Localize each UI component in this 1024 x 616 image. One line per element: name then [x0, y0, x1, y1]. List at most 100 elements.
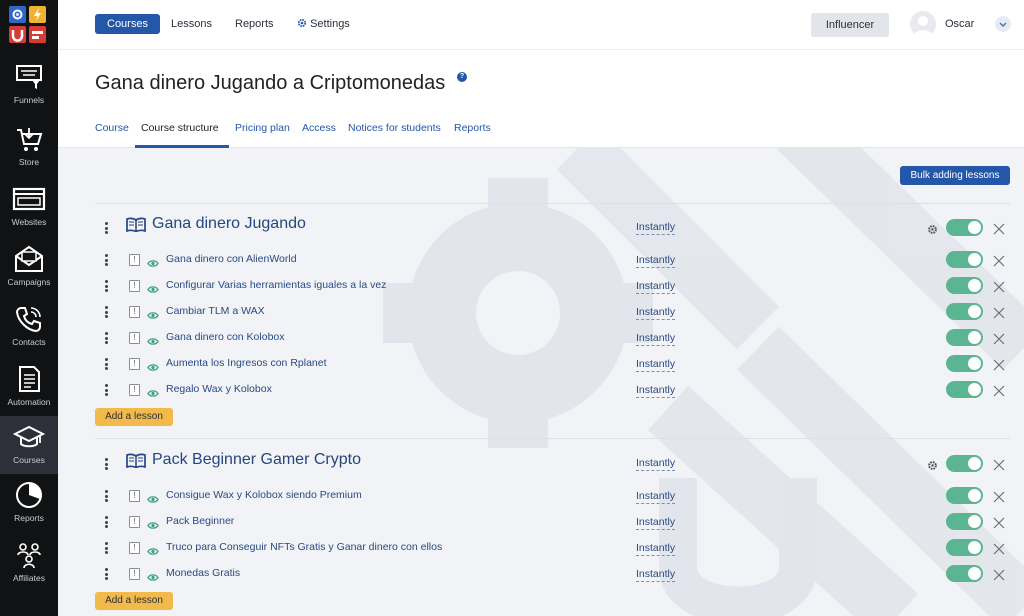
close-icon[interactable] — [993, 254, 1005, 267]
lesson-visibility-toggle[interactable] — [946, 381, 983, 398]
close-icon[interactable] — [993, 280, 1005, 293]
help-icon[interactable]: ? — [457, 72, 467, 82]
tab-notices-for-students[interactable]: Notices for students — [348, 122, 441, 134]
eye-icon[interactable] — [147, 255, 159, 273]
avatar[interactable] — [910, 11, 936, 37]
tab-pricing-plan[interactable]: Pricing plan — [235, 122, 290, 134]
drag-handle-icon[interactable] — [105, 568, 109, 580]
settings-gear-icon[interactable] — [927, 458, 938, 476]
user-name[interactable]: Oscar — [945, 18, 974, 30]
eye-icon[interactable] — [147, 517, 159, 535]
close-icon[interactable] — [993, 222, 1005, 235]
drag-handle-icon[interactable] — [105, 358, 109, 370]
add-lesson-button[interactable]: Add a lesson — [95, 592, 173, 610]
lesson-title[interactable]: Configurar Varias herramientas iguales a… — [166, 279, 386, 291]
sidebar-item-campaigns[interactable]: Campaigns — [0, 238, 58, 296]
drag-handle-icon[interactable] — [105, 384, 109, 396]
drag-handle-icon[interactable] — [105, 280, 109, 292]
lesson-visibility-toggle[interactable] — [946, 539, 983, 556]
eye-icon[interactable] — [147, 281, 159, 299]
close-icon[interactable] — [993, 568, 1005, 581]
release-setting[interactable]: Instantly — [636, 221, 676, 235]
lesson-title[interactable]: Pack Beginner — [166, 515, 234, 527]
sidebar-item-websites[interactable]: Websites — [0, 178, 58, 236]
lesson-title[interactable]: Gana dinero con AlienWorld — [166, 253, 297, 265]
close-icon[interactable] — [993, 332, 1005, 345]
section-visibility-toggle[interactable] — [946, 455, 983, 472]
release-setting[interactable]: Instantly — [636, 490, 676, 504]
lesson-visibility-toggle[interactable] — [946, 303, 983, 320]
close-icon[interactable] — [993, 516, 1005, 529]
eye-icon[interactable] — [147, 307, 159, 325]
lesson-title[interactable]: Cambiar TLM a WAX — [166, 305, 265, 317]
settings-gear-icon[interactable] — [927, 222, 938, 240]
bulk-adding-lessons-button[interactable]: Bulk adding lessons — [900, 166, 1010, 185]
lesson-visibility-toggle[interactable] — [946, 565, 983, 582]
release-setting[interactable]: Instantly — [636, 280, 676, 294]
drag-handle-icon[interactable] — [105, 222, 109, 234]
release-setting[interactable]: Instantly — [636, 332, 676, 346]
tab-course-structure[interactable]: Course structure — [141, 122, 219, 134]
drag-handle-icon[interactable] — [105, 516, 109, 528]
drag-handle-icon[interactable] — [105, 458, 109, 470]
nav-settings[interactable]: Settings — [297, 14, 350, 34]
lesson-visibility-toggle[interactable] — [946, 487, 983, 504]
eye-icon[interactable] — [147, 491, 159, 509]
eye-icon[interactable] — [147, 385, 159, 403]
sidebar-item-affiliates[interactable]: Affiliates — [0, 534, 58, 592]
section-title[interactable]: Pack Beginner Gamer Crypto — [152, 451, 361, 469]
tab-reports[interactable]: Reports — [454, 122, 491, 134]
close-icon[interactable] — [993, 490, 1005, 503]
lesson-title[interactable]: Aumenta los Ingresos con Rplanet — [166, 357, 327, 369]
close-icon[interactable] — [993, 306, 1005, 319]
release-setting[interactable]: Instantly — [636, 516, 676, 530]
release-setting[interactable]: Instantly — [636, 542, 676, 556]
nav-reports[interactable]: Reports — [235, 14, 274, 34]
lesson-title[interactable]: Regalo Wax y Kolobox — [166, 383, 272, 395]
app-logo[interactable] — [9, 6, 47, 44]
sidebar-item-funnels[interactable]: Funnels — [0, 56, 58, 114]
add-lesson-button[interactable]: Add a lesson — [95, 408, 173, 426]
release-setting[interactable]: Instantly — [636, 457, 676, 471]
release-setting[interactable]: Instantly — [636, 358, 676, 372]
lesson-title[interactable]: Gana dinero con Kolobox — [166, 331, 285, 343]
lesson-title[interactable]: Monedas Gratis — [166, 567, 240, 579]
release-setting[interactable]: Instantly — [636, 384, 676, 398]
drag-handle-icon[interactable] — [105, 490, 109, 502]
sidebar-item-courses[interactable]: Courses — [0, 416, 58, 474]
lesson-visibility-toggle[interactable] — [946, 277, 983, 294]
lesson-title[interactable]: Truco para Conseguir NFTs Gratis y Ganar… — [166, 541, 442, 553]
eye-icon[interactable] — [147, 543, 159, 561]
close-icon[interactable] — [993, 384, 1005, 397]
tab-access[interactable]: Access — [302, 122, 336, 134]
chevron-down-icon[interactable] — [995, 16, 1011, 32]
close-icon[interactable] — [993, 458, 1005, 471]
sidebar-item-automation[interactable]: Automation — [0, 358, 58, 416]
section-visibility-toggle[interactable] — [946, 219, 983, 236]
release-setting[interactable]: Instantly — [636, 568, 676, 582]
release-setting[interactable]: Instantly — [636, 306, 676, 320]
drag-handle-icon[interactable] — [105, 254, 109, 266]
lesson-visibility-toggle[interactable] — [946, 355, 983, 372]
close-icon[interactable] — [993, 358, 1005, 371]
eye-icon[interactable] — [147, 333, 159, 351]
eye-icon[interactable] — [147, 569, 159, 587]
section-title[interactable]: Gana dinero Jugando — [152, 215, 306, 233]
drag-handle-icon[interactable] — [105, 306, 109, 318]
nav-courses[interactable]: Courses — [95, 14, 160, 34]
drag-handle-icon[interactable] — [105, 332, 109, 344]
influencer-button[interactable]: Influencer — [811, 13, 889, 37]
sidebar-item-store[interactable]: Store — [0, 118, 58, 176]
drag-handle-icon[interactable] — [105, 542, 109, 554]
nav-lessons[interactable]: Lessons — [171, 14, 212, 34]
eye-icon[interactable] — [147, 359, 159, 377]
lesson-visibility-toggle[interactable] — [946, 513, 983, 530]
lesson-title[interactable]: Consigue Wax y Kolobox siendo Premium — [166, 489, 362, 501]
sidebar-item-reports[interactable]: Reports — [0, 474, 58, 532]
close-icon[interactable] — [993, 542, 1005, 555]
tab-course[interactable]: Course — [95, 122, 129, 134]
lesson-visibility-toggle[interactable] — [946, 251, 983, 268]
release-setting[interactable]: Instantly — [636, 254, 676, 268]
sidebar-item-contacts[interactable]: Contacts — [0, 298, 58, 356]
lesson-visibility-toggle[interactable] — [946, 329, 983, 346]
